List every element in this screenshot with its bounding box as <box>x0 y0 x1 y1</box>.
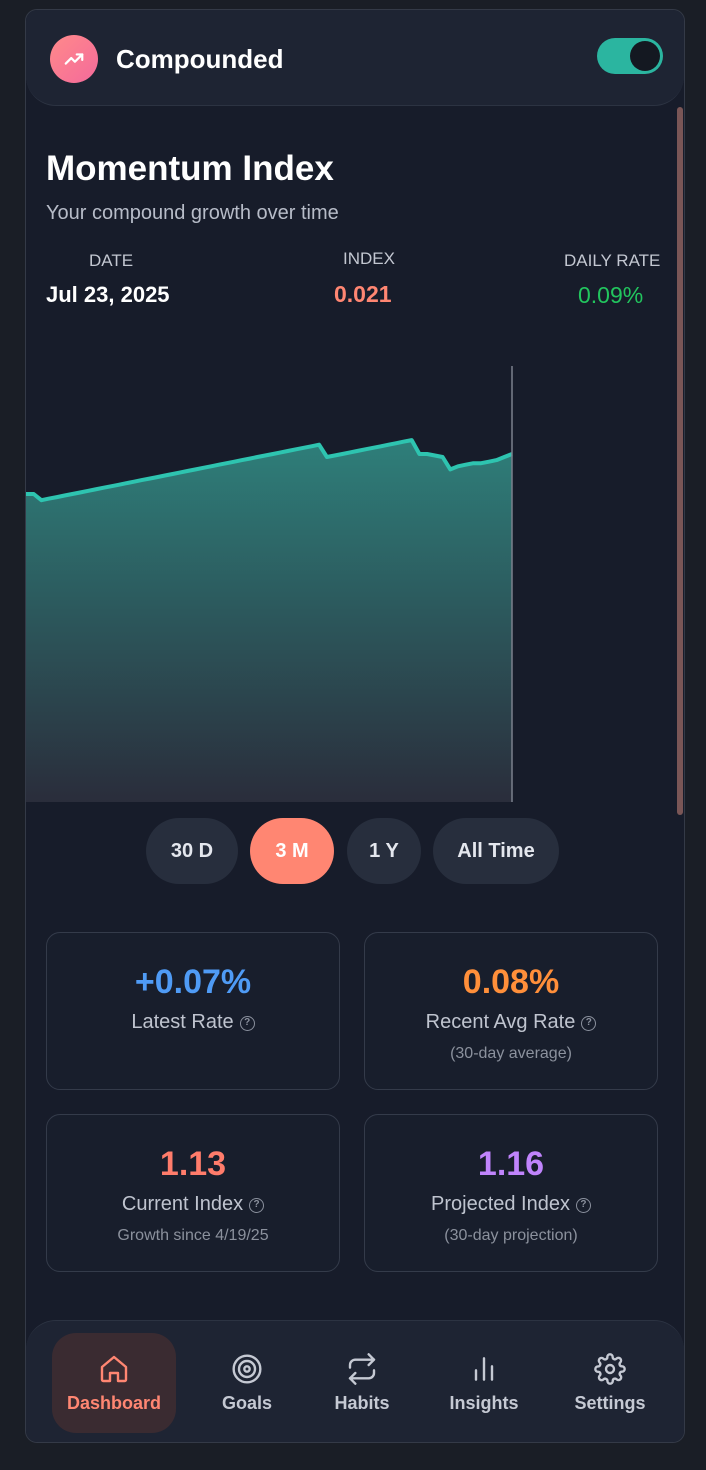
gear-icon <box>594 1352 626 1393</box>
help-icon[interactable]: ? <box>575 1198 591 1213</box>
range-button-0[interactable]: 30 D <box>146 818 238 884</box>
nav-label: Habits <box>334 1392 390 1413</box>
repeat-icon <box>346 1352 378 1393</box>
help-icon[interactable]: ? <box>249 1198 265 1213</box>
bar-chart-icon <box>468 1353 500 1393</box>
range-button-2[interactable]: 1 Y <box>347 818 421 884</box>
nav-item-settings[interactable]: Settings <box>548 1333 672 1433</box>
page-subtitle: Your compound growth over time <box>46 202 339 224</box>
metric-value: 1.16 <box>477 1145 545 1183</box>
metric-label-text: Current Index <box>121 1193 244 1215</box>
target-icon <box>231 1353 263 1393</box>
metric-label-text: Projected Index <box>431 1193 570 1215</box>
scrollbar-thumb[interactable] <box>677 107 683 815</box>
help-icon[interactable]: ? <box>239 1016 255 1031</box>
metric-card: 1.16 Projected Index? (30-day projection) <box>364 1114 658 1272</box>
nav-item-dashboard[interactable]: Dashboard <box>52 1333 176 1433</box>
metric-value: +0.07% <box>134 963 252 1001</box>
app-header: Compounded <box>26 10 684 106</box>
bottom-nav: Dashboard Goals Habits Insights Settings <box>26 1320 684 1442</box>
nav-item-insights[interactable]: Insights <box>420 1333 548 1433</box>
daily-rate-label: DAILY RATE <box>564 251 661 270</box>
nav-label: Goals <box>221 1392 273 1413</box>
momentum-chart[interactable] <box>26 340 684 810</box>
metric-card: 0.08% Recent Avg Rate? (30-day average) <box>364 932 658 1090</box>
nav-item-goals[interactable]: Goals <box>202 1333 292 1433</box>
metric-subtext: (30-day projection) <box>444 1227 578 1244</box>
app-title: Compounded <box>116 44 284 74</box>
metric-label-text: Recent Avg Rate <box>425 1011 576 1033</box>
metric-label: Current Index? <box>47 1193 339 1216</box>
toggle-knob <box>630 41 660 71</box>
metric-label: Projected Index? <box>365 1193 657 1216</box>
app-window: Compounded Momentum Index Your compound … <box>25 9 685 1443</box>
home-icon <box>98 1353 130 1393</box>
index-value: 0.021 <box>334 281 392 307</box>
daily-rate-value: 0.09% <box>578 282 644 308</box>
metric-label: Recent Avg Rate? <box>365 1011 657 1034</box>
metric-subtext: Growth since 4/19/25 <box>117 1227 269 1244</box>
range-button-3[interactable]: All Time <box>433 818 559 884</box>
nav-label: Settings <box>574 1392 646 1413</box>
nav-label: Insights <box>449 1392 519 1413</box>
metric-value: 1.13 <box>159 1145 227 1183</box>
metric-subtext: (30-day average) <box>450 1045 572 1062</box>
metric-card: +0.07% Latest Rate? <box>46 932 340 1090</box>
date-value: Jul 23, 2025 <box>46 282 170 307</box>
help-icon[interactable]: ? <box>581 1016 597 1031</box>
page-title: Momentum Index <box>46 149 334 188</box>
metric-label-text: Latest Rate <box>131 1011 234 1033</box>
index-label: INDEX <box>343 249 395 268</box>
range-button-1[interactable]: 3 M <box>250 818 334 884</box>
trending-up-icon <box>50 35 98 83</box>
chart-area <box>26 440 512 802</box>
nav-label: Dashboard <box>66 1392 162 1413</box>
nav-item-habits[interactable]: Habits <box>316 1333 408 1433</box>
date-label: DATE <box>89 251 134 270</box>
theme-toggle[interactable] <box>597 38 663 74</box>
metric-value: 0.08% <box>462 963 560 1001</box>
metric-label: Latest Rate? <box>47 1011 339 1034</box>
metric-card: 1.13 Current Index? Growth since 4/19/25 <box>46 1114 340 1272</box>
